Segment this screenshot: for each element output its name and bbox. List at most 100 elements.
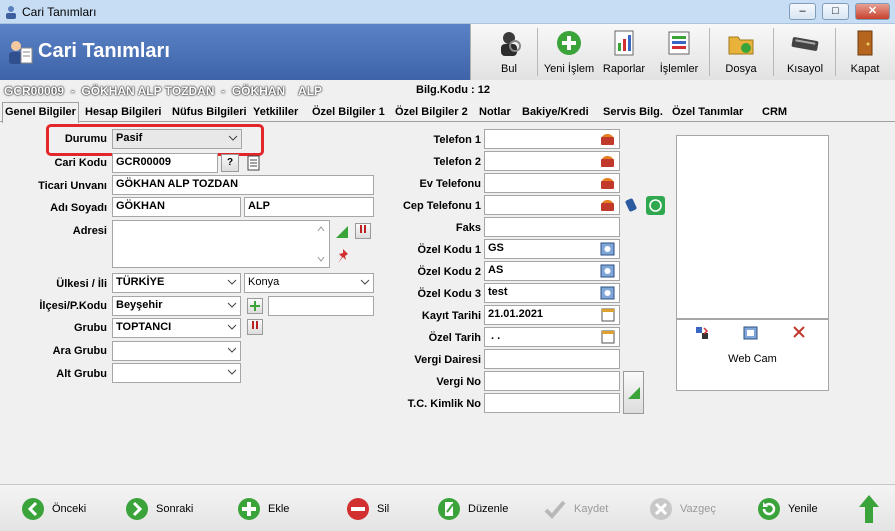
cari-kodu-input[interactable]: GCR00009 (112, 153, 218, 173)
tab-servis-bilg[interactable]: Servis Bilg. (601, 104, 665, 122)
toolbar-label: Kısayol (786, 63, 824, 75)
ozel-kodu1-label: Özel Kodu 1 (417, 244, 481, 256)
tab-ozel-bilgiler-2[interactable]: Özel Bilgiler 2 (393, 104, 470, 122)
cancel-button[interactable]: Vazgeç (648, 496, 738, 522)
bottom-group-select[interactable] (112, 363, 241, 383)
toolbar-file-button[interactable]: Dosya (715, 24, 767, 80)
bottom-action-bar: Önceki Sonraki Ekle Sil Düzenle Kaydet V… (0, 484, 895, 531)
tc-kimlik-label: T.C. Kimlik No (407, 398, 481, 410)
tc-kimlik-input[interactable] (484, 393, 620, 413)
tab-strip: Genel Bilgiler Hesap Bilgileri Nüfus Bil… (0, 102, 895, 123)
chevron-down-icon (227, 324, 237, 330)
camera-icon[interactable] (743, 326, 758, 340)
district-select[interactable]: Beyşehir (112, 296, 241, 316)
address-scrollbar[interactable] (316, 224, 326, 264)
ticari-unvani-input[interactable]: GÖKHAN ALP TOZDAN (112, 175, 374, 195)
refresh-button[interactable]: Yenile (756, 496, 846, 522)
arrow-up-icon[interactable] (856, 493, 882, 525)
save-button[interactable]: Kaydet (542, 496, 632, 522)
ev-telefonu-label: Ev Telefonu (419, 178, 481, 190)
delete-photo-icon[interactable] (793, 326, 805, 338)
postal-code-input[interactable] (268, 296, 374, 316)
phone-icon[interactable] (600, 132, 615, 146)
pin-icon[interactable] (336, 248, 350, 264)
delete-button[interactable]: Sil (345, 496, 415, 522)
sub-group-select[interactable] (112, 341, 241, 361)
tab-ozel-tanimlar[interactable]: Özel Tanımlar (670, 104, 745, 122)
tab-nufus-bilgileri[interactable]: Nüfus Bilgileri (170, 104, 249, 122)
last-name-input[interactable]: ALP (244, 197, 374, 217)
toolbar-new-button[interactable]: Yeni İşlem (541, 24, 597, 80)
toolbar-separator (537, 28, 538, 76)
tab-hesap-bilgileri[interactable]: Hesap Bilgileri (83, 104, 163, 122)
tab-crm[interactable]: CRM (760, 104, 789, 122)
next-button[interactable]: Sonraki (124, 496, 214, 522)
tab-ozel-bilgiler-1[interactable]: Özel Bilgiler 1 (310, 104, 387, 122)
ozel-kodu2-label: Özel Kodu 2 (417, 266, 481, 278)
country-value: TÜRKİYE (116, 276, 165, 288)
kayit-tarihi-input[interactable]: 21.01.2021 (484, 305, 620, 325)
toolbar-find-button[interactable]: Bul (485, 24, 533, 80)
phone-icon[interactable] (600, 198, 615, 212)
customers-icon (9, 41, 33, 64)
toolbar-shortcut-button[interactable]: Kısayol (779, 24, 831, 80)
phone-icon[interactable] (600, 154, 615, 168)
toolbar-separator (835, 28, 836, 76)
sms-icon[interactable] (624, 197, 642, 213)
transactions-icon (668, 31, 690, 55)
edit-icon (438, 498, 460, 520)
telefon2-label: Telefon 2 (433, 156, 481, 168)
photo-box[interactable] (676, 135, 829, 319)
address-textarea[interactable] (112, 220, 330, 268)
vergi-dairesi-label: Vergi Dairesi (414, 354, 481, 366)
toolbar-reports-button[interactable]: Raporlar (599, 24, 649, 80)
calendar-icon[interactable] (601, 329, 615, 344)
toolbar-transactions-button[interactable]: İşlemler (655, 24, 703, 80)
vergi-no-input[interactable] (484, 371, 620, 391)
map-icon (627, 387, 640, 399)
tab-bakiye-kredi[interactable]: Bakiye/Kredi (520, 104, 591, 122)
webcam-panel: Web Cam (676, 319, 829, 391)
toolbar-separator (773, 28, 774, 76)
toolbar-label: İşlemler (659, 63, 699, 75)
maximize-button[interactable]: □ (822, 3, 849, 20)
lookup-icon[interactable] (600, 242, 615, 256)
close-button[interactable]: ✕ (855, 3, 890, 20)
faks-input[interactable] (484, 217, 620, 237)
telefon1-label: Telefon 1 (433, 134, 481, 146)
ozel-tarih-label: Özel Tarih (428, 332, 481, 344)
lookup-icon[interactable] (600, 286, 615, 300)
toolbar-close-button[interactable]: Kapat (839, 24, 891, 80)
faks-label: Faks (455, 222, 481, 234)
map-icon[interactable] (334, 224, 350, 240)
tab-yetkililer[interactable]: Yetkililer (251, 104, 300, 122)
adi-soyadi-label: Adı Soyadı (50, 202, 107, 214)
document-icon[interactable] (247, 155, 261, 171)
country-select[interactable]: TÜRKİYE (112, 273, 241, 293)
tax-lookup-button[interactable] (623, 371, 644, 414)
whatsapp-icon[interactable] (646, 196, 665, 215)
phone-icon[interactable] (600, 176, 615, 190)
city-select[interactable]: Konya (244, 273, 374, 293)
calendar-icon[interactable] (601, 307, 615, 322)
add-district-button[interactable] (247, 298, 263, 314)
vergi-dairesi-input[interactable] (484, 349, 620, 369)
tab-notlar[interactable]: Notlar (477, 104, 513, 122)
first-name-input[interactable]: GÖKHAN (112, 197, 241, 217)
group-select[interactable]: TOPTANCI (112, 318, 241, 338)
ozel-tarih-input[interactable]: . . (484, 327, 620, 347)
cari-kodu-help-button[interactable]: ? (221, 154, 239, 172)
ozel-kodu3-label: Özel Kodu 3 (417, 288, 481, 300)
lookup-icon[interactable] (600, 264, 615, 278)
exit-door-icon (857, 30, 873, 56)
group-pause-button[interactable] (247, 319, 263, 335)
import-photo-icon[interactable] (695, 326, 709, 340)
chevron-down-icon (227, 347, 237, 353)
previous-button[interactable]: Önceki (20, 496, 110, 522)
adresi-label: Adresi (72, 225, 107, 237)
tab-genel-bilgiler[interactable]: Genel Bilgiler (2, 102, 79, 123)
edit-button[interactable]: Düzenle (436, 496, 526, 522)
minimize-button[interactable]: – (789, 3, 816, 20)
add-button[interactable]: Ekle (236, 496, 316, 522)
address-pause-button[interactable] (355, 223, 371, 239)
